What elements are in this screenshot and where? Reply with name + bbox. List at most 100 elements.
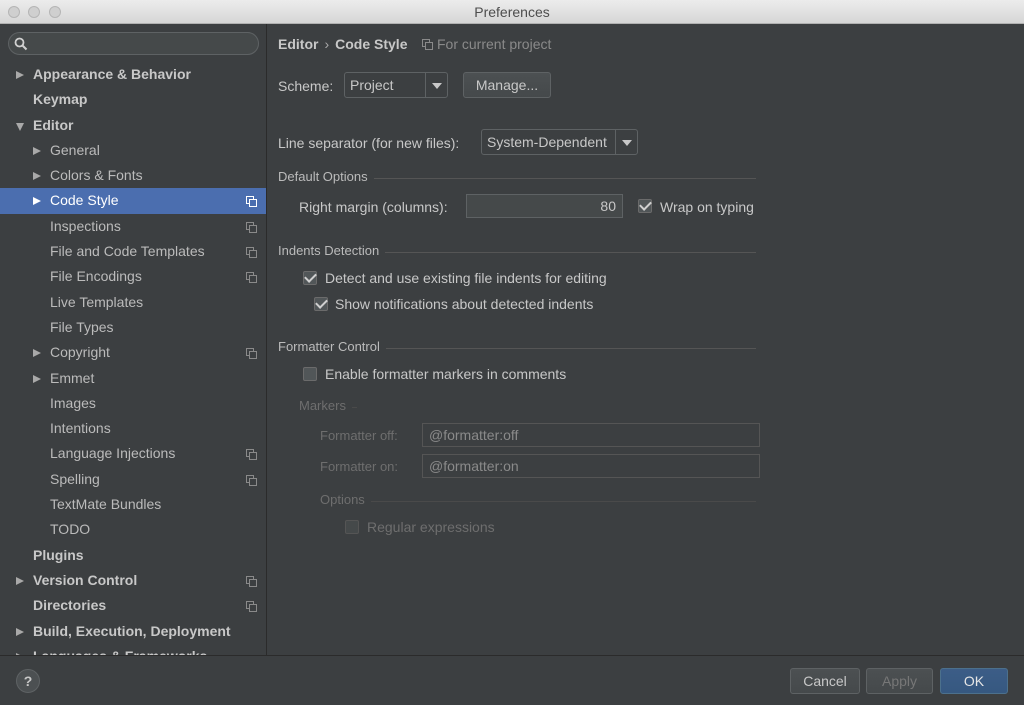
- sidebar-item[interactable]: TextMate Bundles: [0, 492, 266, 517]
- sidebar-item-label: Live Templates: [50, 293, 144, 310]
- sidebar-item-label: Copyright: [50, 344, 110, 361]
- indents-detection-section: Indents Detection: [278, 243, 756, 259]
- sidebar-item[interactable]: Code Style: [0, 188, 266, 214]
- formatter-on-input[interactable]: @formatter:on: [422, 454, 760, 478]
- scope-note: For current project: [422, 36, 551, 52]
- sidebar-item-label: Colors & Fonts: [50, 167, 143, 184]
- chevron-right-icon[interactable]: [33, 197, 41, 206]
- chevron-right-icon[interactable]: [33, 374, 41, 383]
- chevron-down-icon: [615, 130, 637, 154]
- chevron-down-icon: [425, 73, 447, 97]
- sidebar-item-label: Emmet: [50, 369, 95, 386]
- chevron-right-icon[interactable]: [33, 146, 41, 155]
- line-separator-label: Line separator (for new files):: [278, 135, 460, 151]
- sidebar-item[interactable]: Images: [0, 391, 266, 416]
- sidebar-item-label: Languages & Frameworks: [33, 644, 207, 655]
- ok-button[interactable]: OK: [940, 668, 1008, 694]
- sidebar-item[interactable]: Build, Execution, Deployment: [0, 619, 266, 644]
- markers-title: Markers: [299, 398, 352, 413]
- sidebar-item-label: File Encodings: [50, 268, 142, 285]
- options-section: Options: [320, 492, 756, 508]
- breadcrumb-separator: ›: [324, 36, 330, 52]
- sidebar-item[interactable]: Editor: [0, 113, 266, 138]
- apply-button[interactable]: Apply: [866, 668, 933, 694]
- chevron-down-icon[interactable]: [16, 122, 24, 131]
- regular-expressions-label[interactable]: Regular expressions: [367, 519, 495, 535]
- cancel-button[interactable]: Cancel: [790, 668, 860, 694]
- sidebar-item-label: Keymap: [33, 91, 88, 108]
- settings-tree: Appearance & Behavior Keymap Editor General…: [0, 62, 266, 655]
- sidebar-item-label: File Types: [50, 318, 114, 335]
- chevron-right-icon[interactable]: [33, 349, 41, 358]
- scope-note-text: For current project: [437, 36, 552, 52]
- chevron-right-icon[interactable]: [33, 172, 41, 181]
- sidebar-item-label: Code Style: [50, 192, 119, 209]
- sidebar-item-label: Spelling: [50, 470, 100, 487]
- formatter-off-input[interactable]: @formatter:off: [422, 423, 760, 447]
- code-style-panel: Editor › Code Style For current project Sc…: [268, 24, 1024, 655]
- sidebar-item-label: Version Control: [33, 571, 138, 588]
- sidebar-item[interactable]: File Encodings: [0, 264, 266, 289]
- enable-formatter-markers-label[interactable]: Enable formatter markers in comments: [325, 366, 566, 382]
- sidebar-item-label: Build, Execution, Deployment: [33, 622, 231, 639]
- sidebar-item[interactable]: File Types: [0, 315, 266, 340]
- breadcrumb-parent: Editor: [278, 36, 319, 52]
- chevron-right-icon[interactable]: [16, 627, 24, 636]
- sidebar-item[interactable]: Colors & Fonts: [0, 163, 266, 188]
- sidebar-item[interactable]: Intentions: [0, 416, 266, 441]
- wrap-on-typing-checkbox[interactable]: [638, 199, 652, 213]
- chevron-right-icon[interactable]: [16, 71, 24, 79]
- project-scope-icon: [246, 575, 257, 587]
- detect-indents-checkbox[interactable]: [303, 271, 317, 285]
- sidebar-item[interactable]: Appearance & Behavior: [0, 62, 266, 87]
- right-margin-input[interactable]: 80: [466, 194, 623, 218]
- line-separator-dropdown[interactable]: System-Dependent: [481, 129, 638, 155]
- sidebar-item[interactable]: General: [0, 138, 266, 163]
- project-scope-icon: [246, 196, 257, 208]
- sidebar-item[interactable]: Copyright: [0, 340, 266, 365]
- sidebar-item-label: File and Code Templates: [50, 243, 205, 260]
- markers-section: Markers: [299, 398, 357, 414]
- title-bar: Preferences: [0, 0, 1024, 24]
- settings-search-input[interactable]: [8, 32, 259, 55]
- show-notifications-checkbox[interactable]: [314, 297, 328, 311]
- scheme-label: Scheme:: [278, 78, 334, 94]
- sidebar-item[interactable]: Spelling: [0, 467, 266, 492]
- project-scope-icon: [246, 449, 257, 461]
- show-notifications-label[interactable]: Show notifications about detected indent…: [335, 296, 593, 312]
- detect-indents-label[interactable]: Detect and use existing file indents for…: [325, 270, 607, 286]
- sidebar-item-label: Editor: [33, 116, 74, 133]
- sidebar-item[interactable]: Keymap: [0, 87, 266, 112]
- help-button[interactable]: ?: [16, 669, 40, 693]
- project-scope-icon: [246, 601, 257, 613]
- sidebar-item[interactable]: Emmet: [0, 366, 266, 391]
- project-scope-icon: [246, 474, 257, 486]
- sidebar-item[interactable]: Languages & Frameworks: [0, 644, 266, 655]
- enable-formatter-markers-checkbox[interactable]: [303, 367, 317, 381]
- regular-expressions-checkbox[interactable]: [345, 520, 359, 534]
- breadcrumb: Editor › Code Style: [278, 36, 407, 52]
- scheme-value: Project: [350, 77, 394, 93]
- sidebar-item[interactable]: Language Injections: [0, 441, 266, 466]
- sidebar-item[interactable]: Inspections: [0, 214, 266, 239]
- wrap-on-typing-label[interactable]: Wrap on typing: [660, 199, 754, 215]
- search-icon: [14, 37, 28, 51]
- manage-button[interactable]: Manage...: [463, 72, 551, 98]
- formatter-control-title: Formatter Control: [278, 339, 386, 354]
- sidebar-item[interactable]: Directories: [0, 593, 266, 618]
- sidebar-item-label: Inspections: [50, 217, 121, 234]
- sidebar-item-label: Language Injections: [50, 445, 176, 462]
- indents-detection-title: Indents Detection: [278, 243, 386, 258]
- scheme-dropdown[interactable]: Project: [344, 72, 448, 98]
- default-options-title: Default Options: [278, 169, 374, 184]
- sidebar-item[interactable]: Plugins: [0, 543, 266, 568]
- sidebar-item[interactable]: TODO: [0, 517, 266, 542]
- sidebar-item-label: General: [50, 141, 100, 158]
- breadcrumb-current: Code Style: [335, 36, 408, 52]
- settings-sidebar: Appearance & Behavior Keymap Editor General…: [0, 24, 267, 655]
- project-scope-icon: [246, 247, 257, 259]
- sidebar-item[interactable]: Live Templates: [0, 290, 266, 315]
- sidebar-item[interactable]: File and Code Templates: [0, 239, 266, 264]
- sidebar-item[interactable]: Version Control: [0, 568, 266, 593]
- chevron-right-icon[interactable]: [16, 576, 24, 585]
